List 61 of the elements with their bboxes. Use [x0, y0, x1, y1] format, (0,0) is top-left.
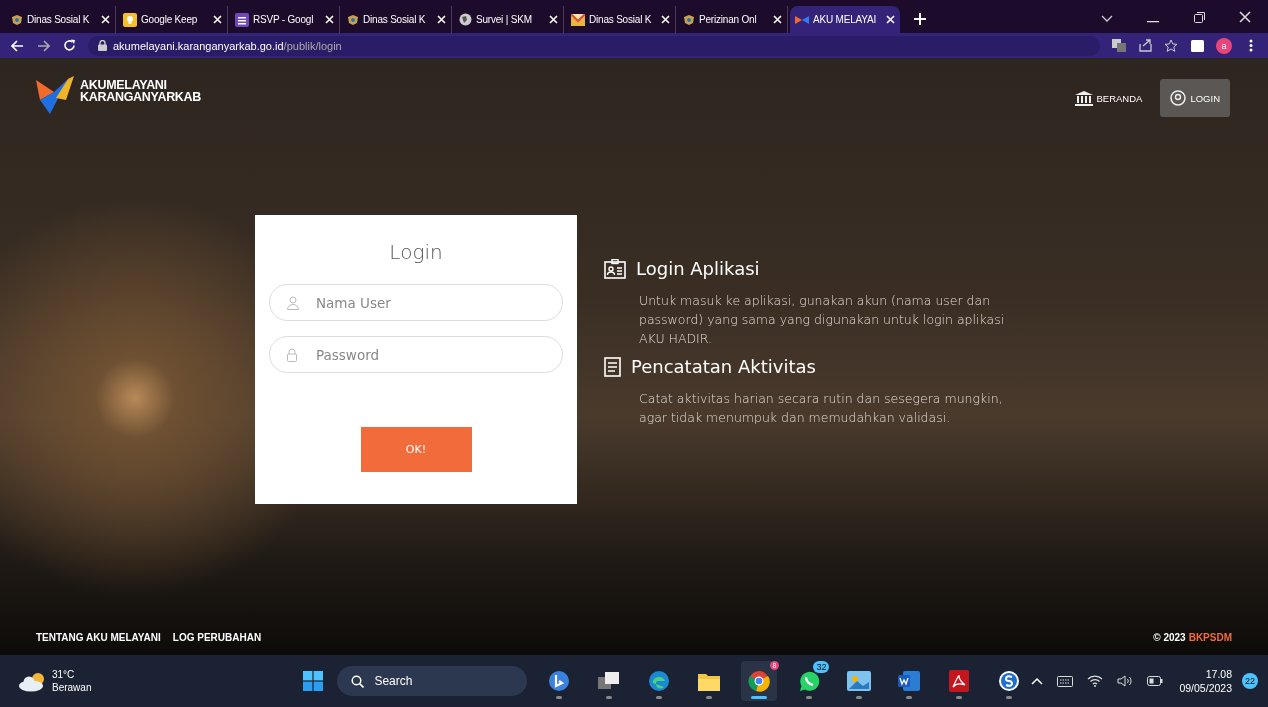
folder-icon: [698, 671, 721, 691]
section-text: Catat aktivitas harian secara rutin dan sesegera mungkin, agar tidak menumpuk dan memudahkan validasi.: [639, 390, 1004, 427]
user-icon: [287, 296, 299, 310]
close-icon[interactable]: [325, 15, 334, 24]
footer-link[interactable]: LOG PERUBAHAN: [172, 632, 262, 643]
browser-tab[interactable]: AKU MELAYAI: [790, 6, 900, 33]
chrome-icon: [748, 670, 771, 692]
logo-title: AKUMELAYANI: [80, 79, 168, 91]
count-badge: 32: [813, 661, 830, 673]
close-icon[interactable]: [661, 15, 670, 24]
close-icon[interactable]: [213, 15, 222, 24]
lock-icon: [287, 348, 297, 362]
crest-icon: [683, 13, 695, 26]
id-card-icon: [604, 258, 626, 279]
document-icon: [604, 356, 621, 377]
taskbar-button[interactable]: 32: [791, 661, 828, 701]
close-icon[interactable]: [773, 15, 782, 24]
crest-icon: [347, 13, 359, 26]
section-title: Login Aplikasi: [636, 258, 760, 279]
weather-text: Berawan: [52, 681, 92, 694]
search-field[interactable]: Search: [337, 666, 528, 696]
notification-badge[interactable]: 22: [1242, 673, 1258, 689]
close-icon[interactable]: [437, 15, 446, 24]
logo-icon: [36, 76, 74, 114]
windows-stack-icon: [598, 671, 621, 691]
lock-icon: [98, 40, 107, 51]
clock[interactable]: 17.08 09/05/2023: [1179, 667, 1232, 695]
input-field[interactable]: Password: [269, 336, 563, 373]
input-field[interactable]: Nama User: [269, 284, 563, 321]
footer-link[interactable]: TENTANG AKU MELAYANI: [36, 632, 161, 643]
chat-icon: [798, 670, 821, 692]
logo-subtitle: KARANGANYARKAB: [80, 91, 202, 103]
nav-link[interactable]: BERANDA: [1064, 79, 1153, 117]
temperature-text: 31°C: [52, 668, 76, 681]
bowtie-icon: [795, 13, 809, 26]
user-icon: [1170, 90, 1187, 106]
profile-avatar[interactable]: a: [1216, 37, 1232, 54]
copyright-text: © 2023: [1153, 632, 1186, 643]
section-title: Pencatatan Aktivitas: [631, 356, 816, 377]
edge-icon: [648, 670, 671, 692]
close-icon[interactable]: [549, 15, 558, 24]
owner-link[interactable]: BKPSDM: [1188, 632, 1232, 643]
list-icon: [235, 12, 249, 27]
close-icon[interactable]: [101, 15, 110, 24]
crest-icon: [11, 13, 23, 26]
address-field[interactable]: akumelayani.karanganyarkab.go.id/publik/login: [88, 35, 1100, 56]
login-title: Login: [389, 240, 443, 264]
bing-icon: [548, 670, 571, 692]
globe-icon: [459, 13, 472, 26]
new-tab-icon[interactable]: [914, 13, 926, 25]
photos-icon: [847, 671, 872, 691]
search-icon: [351, 674, 365, 688]
app-icon: [998, 670, 1021, 692]
envelope-icon: [571, 13, 585, 26]
close-icon[interactable]: [886, 15, 895, 24]
bulb-icon: [123, 12, 137, 27]
nav-link[interactable]: LOGIN: [1160, 79, 1230, 117]
word-icon: [898, 671, 921, 691]
pdf-icon: [949, 670, 970, 692]
section-text: Untuk masuk ke aplikasi, gunakan akun (nama user dan password) yang sama yang digunakan untuk login aplikasi AKU HADIR.: [639, 292, 1006, 348]
bank-icon: [1074, 90, 1093, 106]
